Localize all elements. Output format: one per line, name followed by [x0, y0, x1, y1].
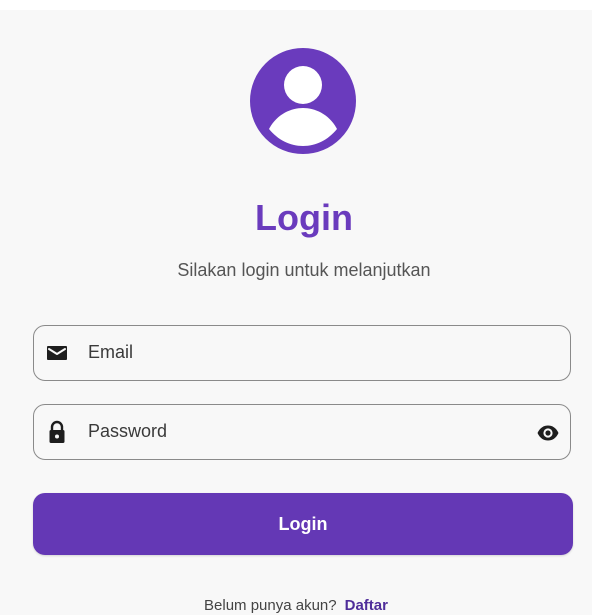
- eye-icon[interactable]: [536, 421, 560, 445]
- password-input[interactable]: [88, 405, 508, 458]
- register-prompt-text: Belum punya akun?: [204, 597, 337, 614]
- email-field[interactable]: [33, 325, 571, 381]
- email-input[interactable]: [88, 326, 508, 379]
- account-circle-icon: [250, 48, 356, 154]
- password-field[interactable]: [33, 404, 571, 460]
- login-button[interactable]: Login: [33, 493, 573, 555]
- register-prompt: Belum punya akun? Daftar: [0, 596, 592, 615]
- page-subtitle: Silakan login untuk melanjutkan: [177, 260, 431, 280]
- mail-icon: [45, 341, 69, 365]
- page-title: Login: [255, 197, 353, 238]
- login-panel: Login Silakan login untuk melanjutkan Em…: [0, 10, 592, 615]
- login-screen: Login Silakan login untuk melanjutkan Em…: [0, 0, 592, 615]
- register-link[interactable]: Daftar: [345, 597, 388, 614]
- lock-icon: [45, 420, 69, 444]
